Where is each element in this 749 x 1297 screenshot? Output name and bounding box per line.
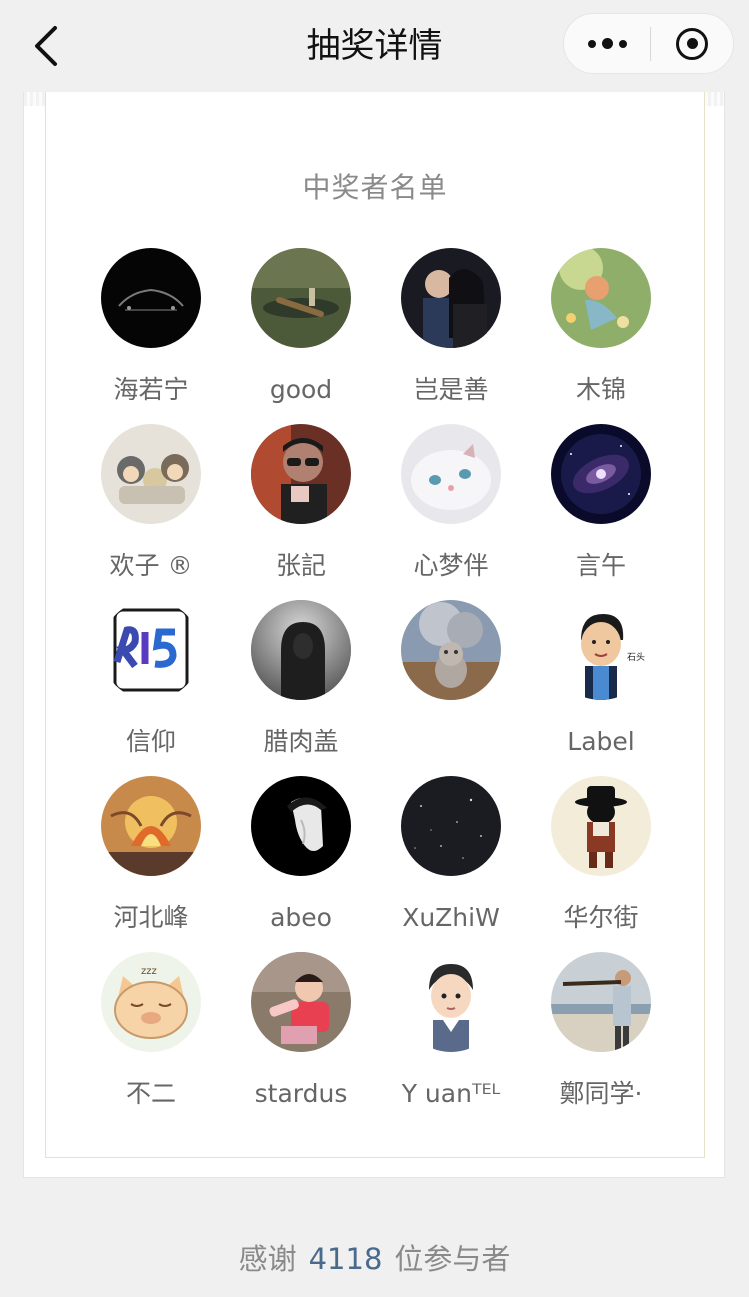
more-button[interactable] (564, 14, 650, 73)
target-icon (676, 27, 708, 60)
back-button[interactable] (22, 22, 70, 70)
avatar[interactable] (101, 600, 201, 700)
avatar[interactable] (401, 600, 501, 700)
footer-suffix: 位参与者 (394, 1242, 511, 1276)
winner-name: abeo (270, 903, 332, 932)
navigation-bar: 抽奖详情 (0, 0, 749, 92)
winner-name: Y uanᵀᴱᴸ (401, 1079, 501, 1108)
winner-item[interactable]: 信仰 (76, 600, 226, 776)
more-dot-center (601, 38, 613, 49)
winner-name: 海若宁 (113, 375, 189, 404)
more-dots-icon (587, 39, 596, 48)
avatar[interactable] (251, 424, 351, 524)
avatar[interactable] (401, 952, 501, 1052)
winner-name: 言午 (575, 551, 626, 580)
winner-name: 张記 (275, 551, 326, 580)
winner-item[interactable]: 木锦 (526, 248, 676, 424)
avatar[interactable] (551, 424, 651, 524)
close-button[interactable] (651, 14, 733, 73)
avatar[interactable] (401, 248, 501, 348)
avatar[interactable] (401, 776, 501, 876)
winner-name: 木锦 (575, 375, 626, 404)
mini-program-capsule (563, 13, 734, 74)
avatar[interactable] (101, 424, 201, 524)
footer-prefix: 感谢 (238, 1242, 297, 1276)
winner-name: 心梦伴 (413, 551, 489, 580)
winner-item[interactable]: 欢子 ® (76, 424, 226, 600)
winner-item[interactable]: 鄭同学· (526, 952, 676, 1128)
avatar[interactable] (251, 776, 351, 876)
winner-item[interactable]: abeo (226, 776, 376, 952)
winner-name: good (269, 375, 333, 404)
winner-name: stardus (254, 1079, 348, 1108)
avatar[interactable] (551, 776, 651, 876)
winner-name: 华尔街 (563, 903, 639, 932)
winner-name: Label (567, 727, 635, 756)
winner-item[interactable]: 石头 Label (526, 600, 676, 776)
avatar[interactable] (251, 952, 351, 1052)
winner-item[interactable]: 腊肉盖 (226, 600, 376, 776)
avatar[interactable] (251, 600, 351, 700)
winner-item[interactable]: 张記 (226, 424, 376, 600)
winner-item[interactable]: 华尔街 (526, 776, 676, 952)
chevron-left-icon (35, 26, 57, 66)
svg-text:zzz: zzz (141, 966, 157, 977)
winner-name: 岂是善 (413, 375, 489, 404)
svg-text:石头: 石头 (627, 652, 645, 663)
more-dot-right (618, 39, 627, 48)
avatar[interactable] (251, 248, 351, 348)
avatar[interactable] (101, 248, 201, 348)
winner-item[interactable]: 言午 (526, 424, 676, 600)
winner-item[interactable]: 河北峰 (76, 776, 226, 952)
lottery-card: 中奖者名单 海若宁 good 岂是善 木锦欢子 ® 张記 心梦伴 言午信仰 腊肉盖 石头 Labe… (23, 92, 725, 1178)
avatar[interactable]: zzz (101, 952, 201, 1052)
winner-name: XuZhiW (402, 903, 500, 932)
participant-count: 4118 (308, 1242, 383, 1276)
winner-item[interactable]: stardus (226, 952, 376, 1128)
winner-name: 不二 (125, 1079, 176, 1108)
winner-name: 信仰 (125, 727, 176, 756)
winner-name (376, 726, 526, 758)
winner-item[interactable]: XuZhiW (376, 776, 526, 952)
winner-list-title: 中奖者名单 (302, 171, 448, 204)
avatar[interactable] (551, 952, 651, 1052)
winner-name: 腊肉盖 (263, 727, 339, 756)
winner-name: 欢子 ® (109, 551, 193, 580)
winner-item[interactable]: zzz 不二 (76, 952, 226, 1128)
winner-item[interactable]: good (226, 248, 376, 424)
avatar[interactable] (101, 776, 201, 876)
winner-item[interactable]: 心梦伴 (376, 424, 526, 600)
winner-item[interactable]: Y uanᵀᴱᴸ (376, 952, 526, 1128)
avatar[interactable] (551, 248, 651, 348)
winner-name: 河北峰 (113, 903, 189, 932)
avatar[interactable] (401, 424, 501, 524)
winner-item[interactable]: 岂是善 (376, 248, 526, 424)
avatar[interactable]: 石头 (551, 600, 651, 700)
winner-item[interactable] (376, 600, 526, 776)
winner-list-panel: 中奖者名单 海若宁 good 岂是善 木锦欢子 ® 张記 心梦伴 言午信仰 腊肉盖 石头 Labe… (45, 92, 705, 1158)
winner-item[interactable]: 海若宁 (76, 248, 226, 424)
winner-name: 鄭同学· (559, 1079, 643, 1108)
participants-footer: 感谢 4118 位参与者 (0, 1237, 749, 1281)
